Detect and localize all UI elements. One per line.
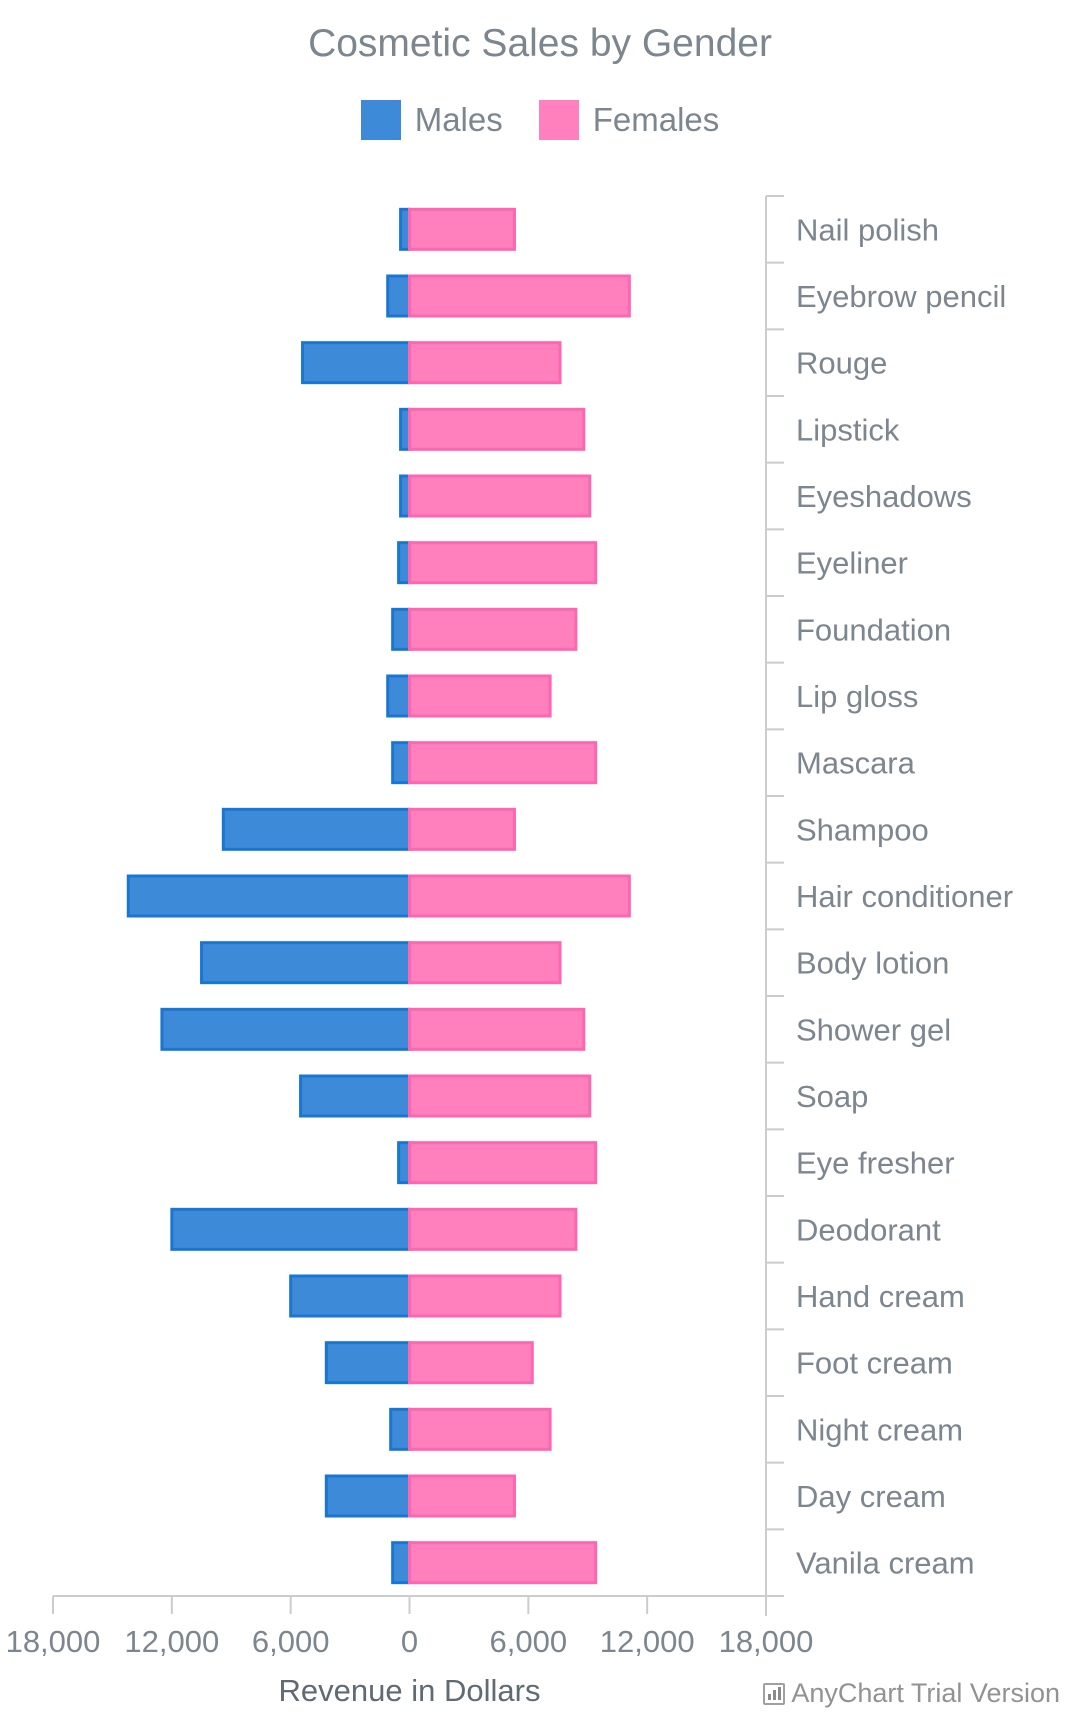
- bar-females: [408, 807, 516, 851]
- bar-males: [389, 1407, 411, 1451]
- category-label: Eyebrow pencil: [796, 279, 1006, 314]
- category-label: Foundation: [796, 612, 951, 647]
- category-label: Shower gel: [796, 1012, 951, 1047]
- bar-males: [391, 741, 412, 785]
- bar-males: [126, 874, 411, 918]
- chart-logo-icon: [763, 1682, 786, 1705]
- value-axis-tick-label: 0: [401, 1624, 418, 1659]
- bar-females: [408, 1007, 586, 1051]
- category-label: Soap: [796, 1079, 868, 1114]
- bar-males: [386, 674, 412, 718]
- bar-males: [289, 1274, 411, 1318]
- category-label: Vanila cream: [796, 1546, 975, 1581]
- bar-males: [391, 1541, 412, 1585]
- bar-males: [324, 1341, 412, 1385]
- category-label: Hand cream: [796, 1279, 965, 1314]
- category-label: Hair conditioner: [796, 879, 1013, 914]
- bar-females: [408, 607, 578, 651]
- category-label: Foot cream: [796, 1346, 953, 1381]
- value-axis-title: Revenue in Dollars: [279, 1673, 541, 1708]
- bar-females: [408, 1541, 598, 1585]
- value-axis-tick-label: 12,000: [600, 1624, 695, 1659]
- category-label: Eyeliner: [796, 546, 908, 581]
- bar-males: [299, 1074, 412, 1118]
- category-label: Deodorant: [796, 1212, 941, 1247]
- chart-plot: Nail polish Eyebrow pencil Rouge Lipstick Ey…: [6, 195, 1013, 1708]
- watermark-text: AnyChart Trial Version: [791, 1678, 1060, 1708]
- bar-females: [408, 874, 631, 918]
- bar-females: [408, 941, 562, 985]
- bar-females: [408, 474, 592, 518]
- bar-males: [397, 1141, 411, 1185]
- category-label: Lipstick: [796, 412, 900, 447]
- bar-females: [408, 1341, 534, 1385]
- watermark[interactable]: AnyChart Trial Version: [763, 1678, 1060, 1709]
- category-label: Mascara: [796, 746, 916, 781]
- bar-females: [408, 1407, 552, 1451]
- bar-females: [408, 1274, 562, 1318]
- bar-males: [221, 807, 411, 851]
- bar-females: [408, 207, 516, 251]
- bar-females: [408, 407, 586, 451]
- bar-males: [301, 341, 411, 385]
- bar-males: [397, 541, 411, 585]
- category-label: Lip gloss: [796, 679, 918, 714]
- bar-females: [408, 674, 552, 718]
- category-label: Shampoo: [796, 812, 929, 847]
- category-label: Eyeshadows: [796, 479, 972, 514]
- bar-females: [408, 1474, 516, 1518]
- category-label: Nail polish: [796, 212, 939, 247]
- bar-females: [408, 1074, 592, 1118]
- bar-males: [200, 941, 411, 985]
- category-label: Eye fresher: [796, 1146, 955, 1181]
- bar-females: [408, 541, 598, 585]
- category-label: Day cream: [796, 1479, 946, 1514]
- bar-females: [408, 1207, 578, 1251]
- bar-males: [170, 1207, 411, 1251]
- value-axis-tick-label: 12,000: [124, 1624, 219, 1659]
- bar-males: [391, 607, 412, 651]
- bar-males: [324, 1474, 412, 1518]
- category-label: Night cream: [796, 1412, 963, 1447]
- bar-females: [408, 741, 598, 785]
- value-axis-tick-label: 18,000: [719, 1624, 814, 1659]
- value-axis-tick-label: 6,000: [490, 1624, 568, 1659]
- bar-males: [386, 274, 412, 318]
- bar-females: [408, 1141, 598, 1185]
- bar-females: [408, 274, 631, 318]
- bar-males: [160, 1007, 411, 1051]
- value-axis-tick-label: 6,000: [252, 1624, 330, 1659]
- value-axis-tick-label: 18,000: [6, 1624, 101, 1659]
- category-label: Body lotion: [796, 946, 949, 981]
- category-label: Rouge: [796, 346, 887, 381]
- bar-females: [408, 341, 562, 385]
